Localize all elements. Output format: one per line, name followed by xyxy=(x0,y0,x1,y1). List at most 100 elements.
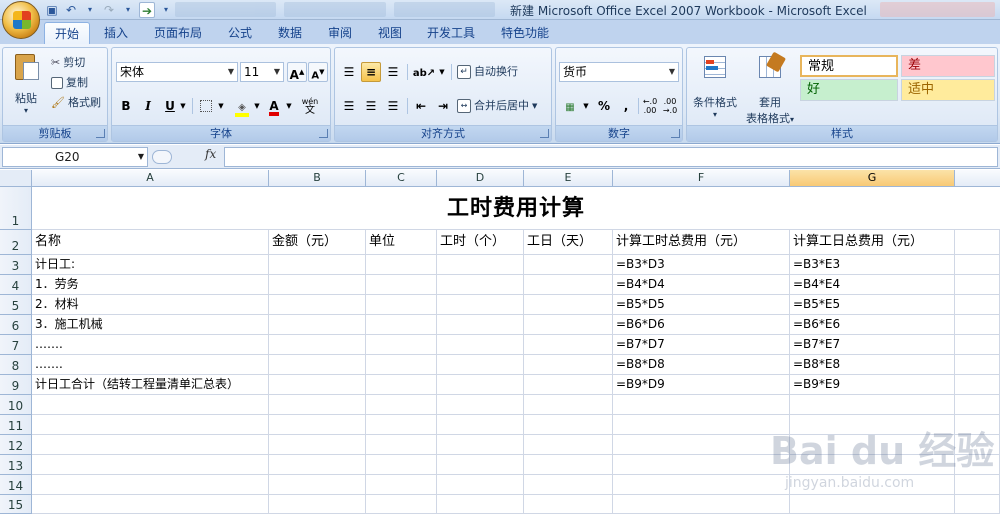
cell-g9[interactable]: =B9*E9 xyxy=(790,375,955,395)
cell-d13[interactable] xyxy=(437,455,524,475)
decrease-decimal-button[interactable]: .00 →.0 xyxy=(660,96,680,116)
cell-a3[interactable]: 计日工: xyxy=(32,255,269,275)
cell-e10[interactable] xyxy=(524,395,613,415)
cell-b7[interactable] xyxy=(269,335,366,355)
row-header-1[interactable]: 1 xyxy=(0,187,32,230)
underline-dropdown-icon[interactable]: ▼ xyxy=(178,96,188,116)
cell-c15[interactable] xyxy=(366,495,437,514)
cell-b13[interactable] xyxy=(269,455,366,475)
undo-icon[interactable]: ↶ xyxy=(63,2,79,18)
cell-e15[interactable] xyxy=(524,495,613,514)
redo-dropdown-icon[interactable]: ▾ xyxy=(120,2,136,18)
cell-a7[interactable]: ……. xyxy=(32,335,269,355)
cell-f13[interactable] xyxy=(613,455,790,475)
style-bad[interactable]: 差 xyxy=(901,55,995,77)
sheet-title-cell[interactable]: 工时费用计算 xyxy=(32,187,1000,230)
cell-b12[interactable] xyxy=(269,435,366,455)
header-cell-hours[interactable]: 工时（个） xyxy=(437,230,524,255)
row-header-8[interactable]: 8 xyxy=(0,355,32,375)
cell-b5[interactable] xyxy=(269,295,366,315)
row-header-15[interactable]: 15 xyxy=(0,495,32,514)
row-header-10[interactable]: 10 xyxy=(0,395,32,415)
column-header-c[interactable]: C xyxy=(366,170,437,187)
cell-g3[interactable]: =B3*E3 xyxy=(790,255,955,275)
header-cell-amount[interactable]: 金额（元） xyxy=(269,230,366,255)
cell-c4[interactable] xyxy=(366,275,437,295)
align-left-button[interactable]: ☰ xyxy=(339,96,359,116)
cell-a11[interactable] xyxy=(32,415,269,435)
cell-e7[interactable] xyxy=(524,335,613,355)
cell-a10[interactable] xyxy=(32,395,269,415)
cell-c10[interactable] xyxy=(366,395,437,415)
number-format-combo[interactable]: 货币 ▼ xyxy=(559,62,679,82)
cell-e9[interactable] xyxy=(524,375,613,395)
format-painter-button[interactable]: 🖌 格式刷 xyxy=(51,94,101,112)
cell-f3[interactable]: =B3*D3 xyxy=(613,255,790,275)
column-header-a[interactable]: A xyxy=(32,170,269,187)
italic-button[interactable]: I xyxy=(138,96,158,116)
fill-color-button[interactable]: ◈ xyxy=(232,96,252,117)
cell-f7[interactable]: =B7*D7 xyxy=(613,335,790,355)
comma-button[interactable]: , xyxy=(616,96,636,116)
wrap-text-button[interactable]: ↵ 自动换行 xyxy=(457,63,518,81)
cell-g12[interactable] xyxy=(790,435,955,455)
column-header-b[interactable]: B xyxy=(269,170,366,187)
style-normal[interactable]: 常规 xyxy=(800,55,898,77)
cell-c13[interactable] xyxy=(366,455,437,475)
cell-d6[interactable] xyxy=(437,315,524,335)
row-header-9[interactable]: 9 xyxy=(0,375,32,395)
decrease-indent-button[interactable]: ⇤ xyxy=(411,96,431,116)
tab-review[interactable]: 审阅 xyxy=(320,22,360,44)
cell-b8[interactable] xyxy=(269,355,366,375)
name-box-dropdown-icon[interactable]: ▼ xyxy=(138,148,144,166)
row-header-5[interactable]: 5 xyxy=(0,295,32,315)
column-header-d[interactable]: D xyxy=(437,170,524,187)
office-button[interactable] xyxy=(2,1,40,39)
customize-toolbar-icon[interactable]: ▾ xyxy=(158,2,174,18)
clipboard-launcher-icon[interactable] xyxy=(96,129,105,138)
cell-h10[interactable] xyxy=(955,395,1000,415)
align-bottom-button[interactable]: ☰ xyxy=(383,62,403,82)
undo-dropdown-icon[interactable]: ▾ xyxy=(82,2,98,18)
conditional-formatting-button[interactable]: 条件格式 ▾ xyxy=(689,52,741,119)
cell-e13[interactable] xyxy=(524,455,613,475)
cell-d4[interactable] xyxy=(437,275,524,295)
cell-g7[interactable]: =B7*E7 xyxy=(790,335,955,355)
cell-e11[interactable] xyxy=(524,415,613,435)
select-all-button[interactable] xyxy=(0,170,32,187)
cell-g8[interactable]: =B8*E8 xyxy=(790,355,955,375)
cell-b9[interactable] xyxy=(269,375,366,395)
font-name-dropdown-icon[interactable]: ▼ xyxy=(225,63,237,81)
column-header-e[interactable]: E xyxy=(524,170,613,187)
cell-f14[interactable] xyxy=(613,475,790,495)
bold-button[interactable]: B xyxy=(116,96,136,116)
cell-e4[interactable] xyxy=(524,275,613,295)
cut-button[interactable]: ✂ 剪切 xyxy=(51,54,85,72)
cell-c6[interactable] xyxy=(366,315,437,335)
formula-input[interactable] xyxy=(224,147,998,167)
style-good[interactable]: 好 xyxy=(800,79,898,101)
cell-h14[interactable] xyxy=(955,475,1000,495)
cell-h6[interactable] xyxy=(955,315,1000,335)
borders-button[interactable] xyxy=(196,96,216,116)
row-header-3[interactable]: 3 xyxy=(0,255,32,275)
cell-a12[interactable] xyxy=(32,435,269,455)
cell-g5[interactable]: =B5*E5 xyxy=(790,295,955,315)
merge-center-button[interactable]: ↔ 合并后居中 ▼ xyxy=(457,97,537,115)
header-cell-day-total[interactable]: 计算工日总费用（元） xyxy=(790,230,955,255)
tab-view[interactable]: 视图 xyxy=(370,22,410,44)
cell-f10[interactable] xyxy=(613,395,790,415)
header-cell-unit[interactable]: 单位 xyxy=(366,230,437,255)
row-header-12[interactable]: 12 xyxy=(0,435,32,455)
tab-page-layout[interactable]: 页面布局 xyxy=(148,22,208,44)
cell-g14[interactable] xyxy=(790,475,955,495)
font-size-combo[interactable]: 11 ▼ xyxy=(240,62,284,82)
percent-button[interactable]: % xyxy=(594,96,614,116)
cell-b11[interactable] xyxy=(269,415,366,435)
cell-h3[interactable] xyxy=(955,255,1000,275)
paste-button[interactable]: 粘贴 ▾ xyxy=(7,52,45,115)
cell-h2[interactable] xyxy=(955,230,1000,255)
header-cell-hour-total[interactable]: 计算工时总费用（元） xyxy=(613,230,790,255)
cell-e14[interactable] xyxy=(524,475,613,495)
cell-e8[interactable] xyxy=(524,355,613,375)
